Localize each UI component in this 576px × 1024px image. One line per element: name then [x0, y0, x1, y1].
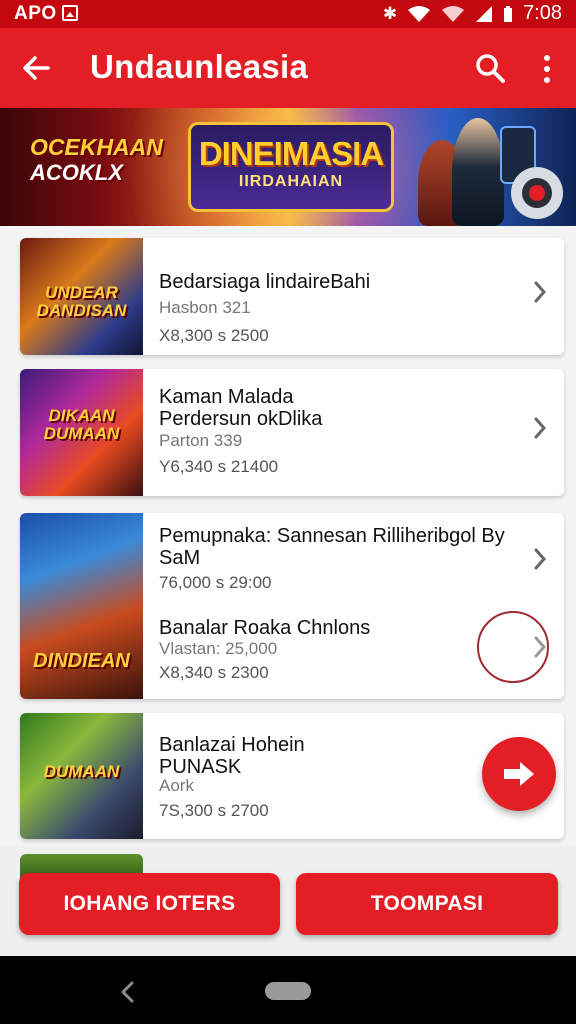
item-meta: X8,300 s 2500: [159, 326, 269, 345]
bluetooth-icon: ✱: [382, 3, 398, 23]
banner-left-line2: ACOKLX: [30, 160, 123, 186]
status-bar: APO ✱ 7:08: [0, 0, 576, 28]
item-title: Banlazai Hohein PUNASK: [159, 734, 305, 778]
item-subtitle: Hasbon 321: [159, 298, 251, 317]
item-subtitle-secondary: Vlastan: 25,000: [159, 639, 278, 658]
image-notification-icon: [62, 5, 78, 21]
item-subtitle: Aork: [159, 776, 194, 795]
banner-logo: DINEIMASIA IIRDAHAIAN: [188, 122, 394, 212]
item-meta: 76,000 s 29:00: [159, 573, 272, 592]
item-meta-secondary: X8,340 s 2300: [159, 663, 269, 682]
item-thumbnail: DUMAAN: [20, 713, 143, 839]
item-subtitle: Parton 339: [159, 431, 243, 450]
banner-camera-icon: [511, 167, 563, 219]
list-item[interactable]: DINDIEAN Pemupnaka: Sannesan Rilliheribg…: [20, 513, 564, 699]
wifi2-icon: [442, 5, 465, 22]
item-title: Pemupnaka: Sannesan Rilliheribgol By SaM: [159, 525, 505, 569]
status-time: 7:08: [523, 2, 562, 24]
status-carrier: APO: [14, 3, 57, 24]
forward-arrow-icon: [504, 762, 534, 786]
forward-fab-button[interactable]: [482, 737, 556, 811]
right-action-button[interactable]: TOOMPASI: [296, 873, 558, 935]
banner-left-line1: OCEKHAAN: [30, 134, 163, 160]
list-item[interactable]: DIKAAN DUMAAN Kaman Malada Perdersun okD…: [20, 369, 564, 496]
thumbnail-text: UNDEAR DANDISAN: [36, 283, 127, 320]
item-title: Kaman Malada Perdersun okDlika: [159, 386, 323, 430]
promo-banner[interactable]: OCEKHAAN ACOKLX DINEIMASIA IIRDAHAIAN: [0, 108, 576, 226]
thumbnail-text: DINDIEAN: [33, 650, 130, 672]
item-title-secondary: Banalar Roaka Chnlons: [159, 617, 371, 639]
item-meta: Y6,340 s 21400: [159, 457, 279, 476]
battery-icon: [504, 5, 513, 22]
item-thumbnail: UNDEAR DANDISAN: [20, 238, 143, 355]
back-arrow-icon[interactable]: [18, 50, 54, 86]
signal-icon: [476, 5, 493, 22]
chevron-right-icon[interactable]: [530, 545, 550, 573]
thumbnail-text: DIKAAN DUMAAN: [43, 406, 120, 443]
list-item[interactable]: UNDEAR DANDISAN Bedarsiaga lindaireBahi …: [20, 238, 564, 355]
more-vert-icon[interactable]: [532, 52, 562, 86]
banner-character-2: [452, 118, 504, 226]
left-action-button[interactable]: IOHANG IOTERS: [19, 873, 280, 935]
item-meta: 7S,300 s 2700: [159, 801, 269, 820]
banner-left-text: OCEKHAAN ACOKLX: [30, 134, 163, 186]
chevron-right-icon[interactable]: [530, 414, 550, 442]
page-title: Undaunleasia: [90, 48, 309, 85]
item-thumbnail: DIKAAN DUMAAN: [20, 369, 143, 496]
nav-back-icon[interactable]: [118, 980, 138, 1004]
wifi-icon: [408, 5, 431, 22]
chevron-right-icon[interactable]: [530, 278, 550, 306]
status-icons: ✱ 7:08: [383, 2, 562, 25]
tap-indicator: [477, 611, 549, 683]
banner-logo-subtitle: IIRDAHAIAN: [238, 173, 344, 190]
search-icon[interactable]: [472, 50, 508, 86]
app-bar: Undaunleasia: [0, 28, 576, 108]
nav-home-button[interactable]: [265, 982, 311, 1000]
item-title: Bedarsiaga lindaireBahi: [159, 271, 371, 293]
banner-logo-title: DINEIMASIA: [198, 135, 384, 172]
thumbnail-text: DUMAAN: [43, 762, 120, 781]
item-thumbnail: DINDIEAN: [20, 513, 143, 699]
